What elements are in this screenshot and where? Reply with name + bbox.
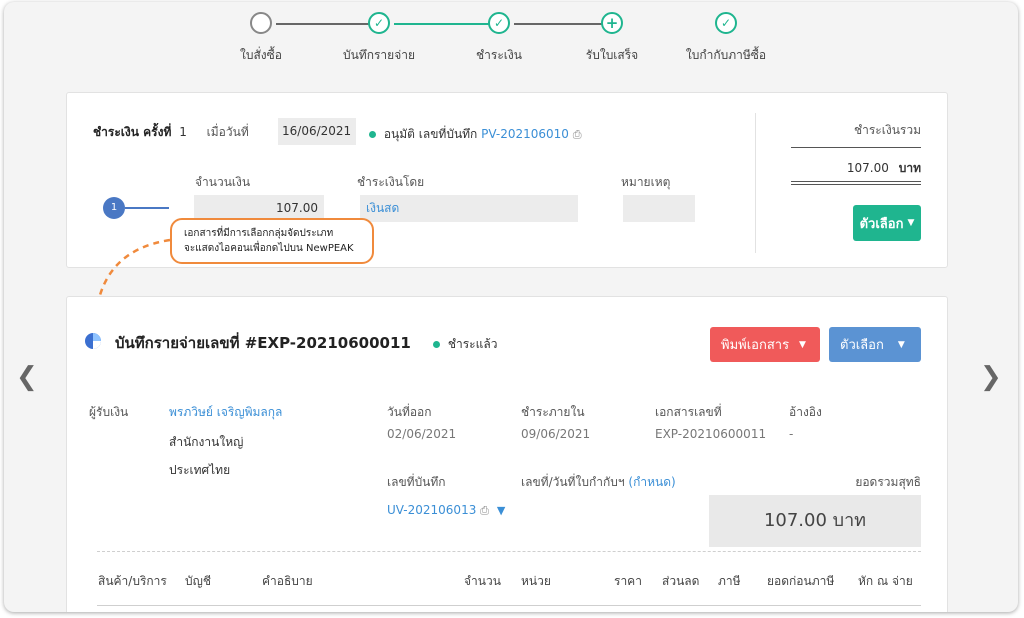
step-empty-icon bbox=[250, 12, 272, 34]
step-expense[interactable]: ✓ บันทึกรายจ่าย bbox=[329, 12, 429, 65]
amount-label: จำนวนเงิน bbox=[195, 175, 251, 189]
expense-card: บันทึกรายจ่ายเลขที่ #EXP-20210600011 ชำร… bbox=[66, 296, 948, 612]
options-label: ตัวเลือก bbox=[859, 216, 904, 232]
docno-label: เอกสารเลขที่ bbox=[655, 405, 722, 419]
expense-options-button[interactable]: ตัวเลือก ▼ bbox=[829, 327, 921, 362]
status-dot bbox=[433, 341, 440, 348]
row-index-badge: 1 bbox=[103, 197, 125, 219]
reference: - bbox=[789, 427, 794, 441]
payment-options-button[interactable]: ตัวเลือก ▼ bbox=[853, 205, 921, 241]
expense-status: ชำระแล้ว bbox=[433, 335, 497, 354]
tooltip-line-1: เอกสารที่มีการเลือกกลุ่มจัดประเภท bbox=[184, 228, 334, 239]
double-rule bbox=[791, 181, 921, 185]
col-price: ราคา bbox=[614, 574, 642, 588]
print-icon[interactable]: ⎙ bbox=[573, 128, 582, 141]
hint-tooltip: เอกสารที่มีการเลือกกลุ่มจัดประเภท จะแสดง… bbox=[170, 218, 374, 264]
issue-date: 02/06/2021 bbox=[387, 427, 457, 441]
step-label: รับใบเสร็จ bbox=[585, 48, 639, 62]
note-label: หมายเหตุ bbox=[621, 175, 671, 189]
step-label: ชำระเงิน bbox=[476, 48, 522, 62]
col-discount: ส่วนลด bbox=[662, 574, 700, 588]
step-label: ใบสั่งซื้อ bbox=[239, 48, 282, 62]
col-withholding: หัก ณ จ่าย bbox=[858, 574, 913, 588]
previous-arrow-icon[interactable]: ❮ bbox=[16, 362, 38, 392]
net-total: 107.00 บาท bbox=[709, 495, 921, 547]
date-label: เมื่อวันที่ bbox=[206, 125, 249, 139]
col-quantity: จำนวน bbox=[464, 574, 501, 588]
newpeak-group-icon[interactable] bbox=[84, 332, 102, 350]
caret-down-icon: ▼ bbox=[907, 218, 915, 228]
status-label: อนุมัติ เลขที่บันทึก bbox=[383, 127, 478, 141]
rule bbox=[791, 147, 921, 148]
record-no-link[interactable]: UV-202106013 bbox=[387, 503, 476, 517]
payment-date-field[interactable]: 16/06/2021 bbox=[278, 118, 356, 145]
divider bbox=[97, 605, 921, 606]
step-receipt[interactable]: + รับใบเสร็จ bbox=[562, 12, 662, 65]
total-amount: 107.00 bbox=[846, 161, 889, 175]
issue-date-label: วันที่ออก bbox=[387, 405, 432, 419]
next-arrow-icon[interactable]: ❯ bbox=[980, 362, 1002, 392]
step-label: ใบกำกับภาษีซื้อ bbox=[685, 48, 767, 62]
caret-down-icon: ▼ bbox=[799, 339, 806, 350]
check-icon: ✓ bbox=[488, 12, 510, 34]
step-label: บันทึกรายจ่าย bbox=[342, 48, 415, 62]
record-no-label: เลขที่บันทึก bbox=[387, 475, 446, 489]
step-tax-invoice[interactable]: ✓ ใบกำกับภาษีซื้อ bbox=[676, 12, 776, 65]
payment-total: 107.00 บาท bbox=[847, 159, 921, 178]
print-document-button[interactable]: พิมพ์เอกสาร ▼ bbox=[710, 327, 820, 362]
expense-title: บันทึกรายจ่ายเลขที่ #EXP-20210600011 bbox=[115, 334, 411, 352]
col-product: สินค้า/บริการ bbox=[98, 574, 167, 588]
plus-icon: + bbox=[601, 12, 623, 34]
step-purchase-order[interactable]: ใบสั่งซื้อ bbox=[211, 12, 311, 65]
payment-title: ชำระเงิน ครั้งที่ bbox=[93, 125, 172, 139]
status-dot bbox=[369, 131, 376, 138]
total-label: ชำระเงินรวม bbox=[853, 123, 921, 137]
options-label: ตัวเลือก bbox=[840, 338, 884, 353]
check-icon: ✓ bbox=[715, 12, 737, 34]
net-total-label: ยอดรวมสุทธิ bbox=[855, 475, 921, 489]
total-currency: บาท bbox=[898, 161, 921, 175]
print-label: พิมพ์เอกสาร bbox=[721, 338, 790, 353]
due-date: 09/06/2021 bbox=[521, 427, 591, 441]
tax-invoice-set-link[interactable]: (กำหนด) bbox=[628, 475, 675, 489]
tooltip-line-2: จะแสดงไอคอนเพื่อกดไปบน NewPEAK bbox=[184, 243, 354, 254]
payment-header: ชำระเงิน ครั้งที่ 1 เมื่อวันที่ bbox=[93, 123, 249, 142]
method-label: ชำระเงินโดย bbox=[357, 175, 425, 189]
row-connector bbox=[125, 207, 169, 209]
payee-branch: สำนักงานใหญ่ bbox=[169, 435, 244, 449]
note-field[interactable] bbox=[623, 195, 695, 222]
approval-status: อนุมัติ เลขที่บันทึก PV-202106010 ⎙ bbox=[369, 125, 582, 144]
chevron-down-icon[interactable]: ▼ bbox=[497, 504, 505, 517]
col-tax: ภาษี bbox=[718, 574, 741, 588]
progress-stepper: ใบสั่งซื้อ ✓ บันทึกรายจ่าย ✓ ชำระเงิน + … bbox=[4, 2, 1018, 82]
payee-label: ผู้รับเงิน bbox=[89, 405, 129, 419]
reference-label: อ้างอิง bbox=[789, 405, 822, 419]
payee-country: ประเทศไทย bbox=[169, 463, 231, 477]
col-unit: หน่วย bbox=[521, 574, 551, 588]
due-date-label: ชำระภายใน bbox=[521, 405, 585, 419]
divider bbox=[97, 551, 921, 552]
payment-number: 1 bbox=[179, 125, 187, 139]
print-icon[interactable]: ⎙ bbox=[480, 504, 489, 517]
app-frame: ใบสั่งซื้อ ✓ บันทึกรายจ่าย ✓ ชำระเงิน + … bbox=[4, 2, 1018, 612]
check-icon: ✓ bbox=[368, 12, 390, 34]
method-field[interactable]: เงินสด bbox=[360, 195, 578, 222]
col-account: บัญชี bbox=[185, 574, 211, 588]
payee-name-link[interactable]: พรภวิษย์ เจริญพิมลกุล bbox=[169, 403, 282, 422]
tax-invoice-row: เลขที่/วันที่ใบกำกับฯ (กำหนด) bbox=[521, 473, 676, 492]
caret-down-icon: ▼ bbox=[897, 339, 905, 350]
record-no-row: UV-202106013 ⎙ ▼ bbox=[387, 503, 505, 518]
tax-invoice-label: เลขที่/วันที่ใบกำกับฯ bbox=[521, 475, 625, 489]
payment-record-link[interactable]: PV-202106010 bbox=[481, 127, 569, 141]
step-payment[interactable]: ✓ ชำระเงิน bbox=[449, 12, 549, 65]
docno: EXP-20210600011 bbox=[655, 427, 767, 441]
paid-status: ชำระแล้ว bbox=[447, 337, 498, 351]
col-description: คำอธิบาย bbox=[262, 574, 313, 588]
col-pretax: ยอดก่อนภาษี bbox=[767, 574, 835, 588]
divider bbox=[755, 113, 756, 253]
